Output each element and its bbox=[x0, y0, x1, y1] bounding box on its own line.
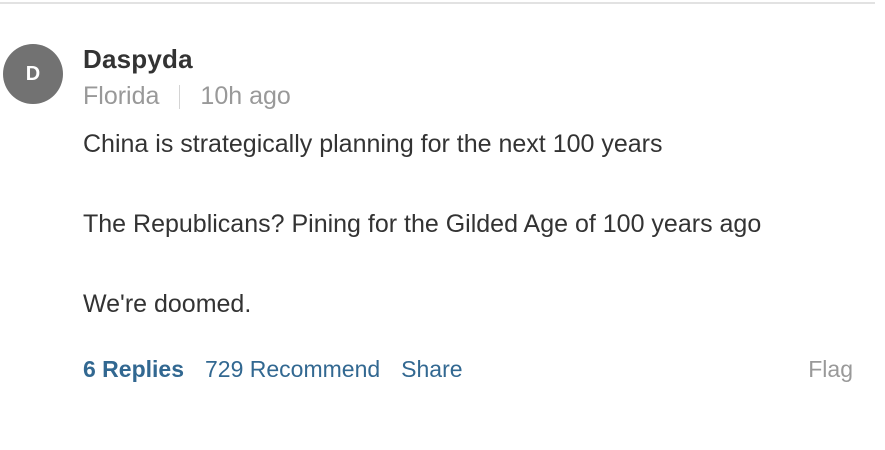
comment-body: China is strategically planning for the … bbox=[83, 128, 863, 368]
avatar: D bbox=[3, 44, 63, 104]
comment-location: Florida bbox=[83, 82, 160, 110]
replies-button[interactable]: 6 Replies bbox=[83, 356, 184, 383]
recommend-button[interactable]: 729 Recommend bbox=[205, 356, 380, 383]
flag-button[interactable]: Flag bbox=[808, 356, 853, 383]
share-button[interactable]: Share bbox=[401, 356, 462, 383]
comment-author: Daspyda bbox=[83, 44, 193, 74]
comment-paragraph: We're doomed. bbox=[83, 290, 252, 318]
meta-separator bbox=[179, 84, 181, 109]
avatar-initial: D bbox=[25, 62, 41, 85]
comment-meta: Florida 10h ago bbox=[83, 82, 291, 111]
comment-paragraph: China is strategically planning for the … bbox=[83, 130, 663, 158]
comment-actions: 6 Replies 729 Recommend Share Flag bbox=[83, 356, 853, 383]
comment-paragraph: The Republicans? Pining for the Gilded A… bbox=[83, 210, 762, 238]
comment: D Daspyda Florida 10h ago China is strat… bbox=[0, 0, 885, 450]
comment-timestamp: 10h ago bbox=[200, 82, 291, 110]
